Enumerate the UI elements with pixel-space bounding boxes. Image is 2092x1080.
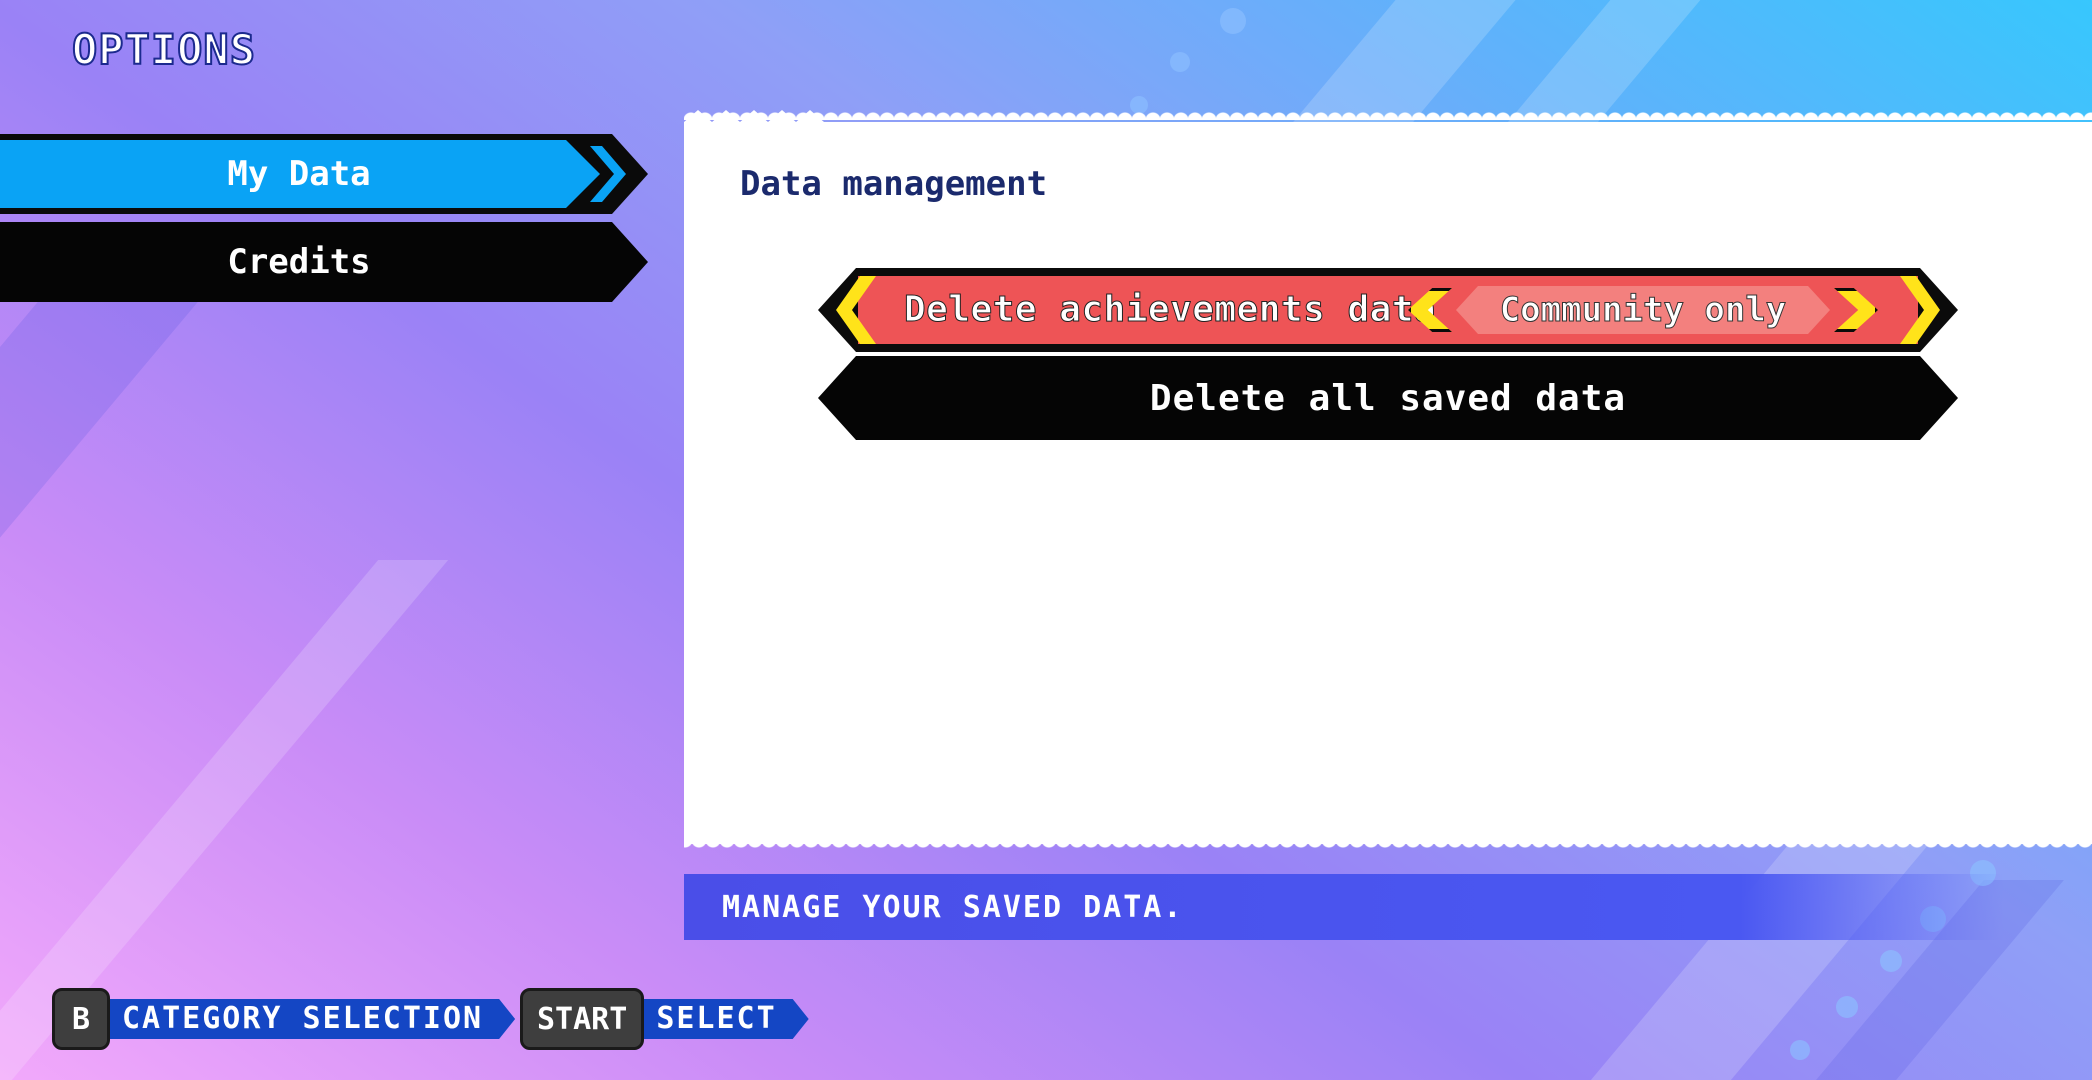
control-select[interactable]: START SELECT (520, 988, 809, 1050)
hint-bar: MANAGE YOUR SAVED DATA. (684, 874, 2004, 940)
chevron-right-icon (590, 146, 626, 202)
selector-value: Community only (1499, 290, 1787, 330)
section-title: Data management (740, 164, 1048, 204)
delete-achievements-label: Delete achievements data (904, 289, 1437, 330)
content-panel (684, 110, 2092, 856)
sidebar-item-credits[interactable]: Credits (0, 222, 648, 302)
selector-prev-icon[interactable] (1408, 288, 1452, 332)
hint-text: MANAGE YOUR SAVED DATA. (722, 889, 1184, 925)
sidebar-item-label: My Data (227, 154, 371, 194)
delete-all-label: Delete all saved data (1149, 377, 1627, 419)
panel-top-edge (684, 106, 2092, 120)
page-title: OPTIONS (71, 24, 257, 75)
start-button-icon: START (520, 988, 645, 1050)
delete-achievements-row[interactable]: Delete achievements data Community only (818, 268, 1958, 352)
sidebar-item-my-data[interactable]: My Data (0, 134, 648, 214)
panel-bottom-edge (684, 840, 2092, 854)
sidebar-item-label: Credits (227, 242, 371, 282)
scope-selector[interactable]: Community only (1408, 282, 1878, 338)
delete-all-saved-data-row[interactable]: Delete all saved data (818, 356, 1958, 440)
selector-next-icon[interactable] (1834, 288, 1878, 332)
control-category-selection[interactable]: B CATEGORY SELECTION (52, 988, 515, 1050)
b-button-icon: B (52, 988, 110, 1050)
control-label: CATEGORY SELECTION (104, 999, 515, 1039)
control-label: SELECT (638, 999, 808, 1039)
